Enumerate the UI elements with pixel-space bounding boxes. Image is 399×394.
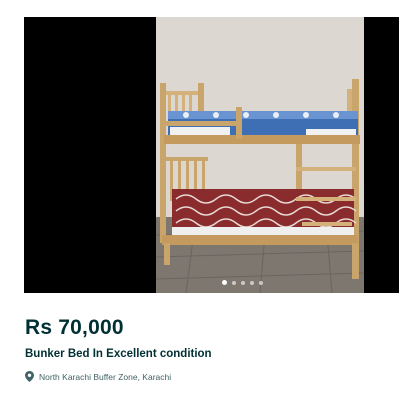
bunk-bed-illustration — [156, 17, 364, 293]
gallery-dot[interactable] — [241, 280, 245, 285]
listing-card[interactable]: Rs 70,000 Bunker Bed In Excellent condit… — [0, 0, 399, 394]
gallery-dot-active[interactable] — [222, 280, 227, 285]
location-text: North Karachi Buffer Zone, Karachi — [39, 371, 172, 382]
gallery-dot[interactable] — [232, 280, 236, 285]
gallery-dot[interactable] — [259, 280, 263, 285]
listing-location: North Karachi Buffer Zone, Karachi — [25, 371, 171, 382]
listing-photo[interactable] — [156, 17, 364, 293]
listing-title[interactable]: Bunker Bed In Excellent condition — [25, 348, 212, 360]
gallery-pagination[interactable] — [24, 280, 399, 285]
gallery-dot[interactable] — [250, 280, 254, 285]
listing-price: Rs 70,000 — [25, 316, 124, 339]
image-gallery[interactable] — [24, 17, 399, 293]
location-pin-icon — [25, 371, 34, 382]
